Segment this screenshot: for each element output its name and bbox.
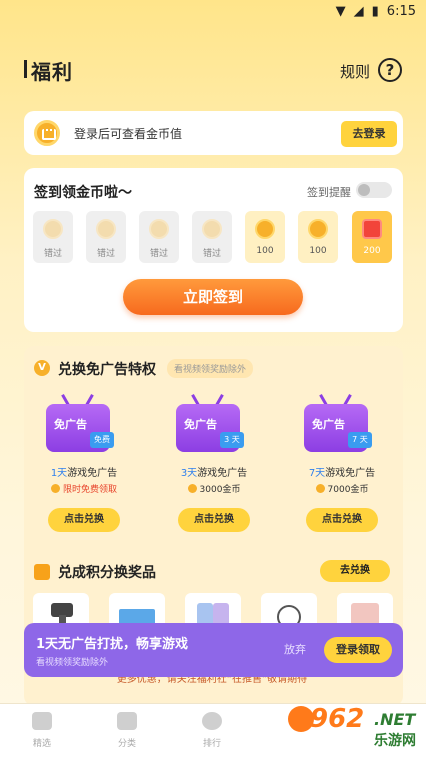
toast-title: 1天无广告打扰，畅享游戏: [36, 637, 189, 652]
login-hint: 登录后可查看金币值: [74, 127, 183, 141]
crown-coin-icon: [43, 219, 63, 239]
rules-link[interactable]: 规则: [340, 61, 370, 82]
crown-coin-icon: [34, 120, 60, 146]
tv-icon: 免广告 免费: [46, 394, 114, 454]
tv-screen-text: 免广告: [312, 418, 345, 431]
watermark-net: .NET: [374, 710, 416, 729]
crown-coin-icon: [308, 219, 328, 239]
signal-icon: ◢: [353, 4, 364, 19]
tv-tag: 7 天: [348, 432, 372, 448]
signin-day-5: 100: [245, 211, 285, 263]
ad-free-offer-2: 免广告 3 天 3天游戏免广告 3000金币 点击兑换: [164, 394, 264, 534]
tv-screen-text: 免广告: [54, 418, 87, 431]
tv-screen-text: 免广告: [184, 418, 217, 431]
page-header: 福利 规则 ?: [0, 46, 426, 96]
offer-name: 3天游戏免广告: [180, 468, 248, 479]
redeem-button[interactable]: 点击兑换: [178, 508, 250, 532]
watermark-number: 962: [310, 704, 365, 734]
signin-day-6: 100: [298, 211, 338, 263]
signin-day-4: 错过: [192, 211, 232, 263]
toast-subtitle: 看视频领奖励除外: [36, 658, 109, 668]
trophy-icon: [202, 712, 222, 730]
signin-day-label: 错过: [96, 249, 115, 259]
toast-claim-button[interactable]: 登录领取: [324, 637, 392, 663]
nav-item-ranking[interactable]: 排行: [182, 710, 242, 752]
crown-coin-icon: [149, 219, 169, 239]
watermark-cn: 乐游网: [374, 733, 416, 749]
points-title: 兑成积分换奖品: [58, 565, 156, 581]
crown-coin-icon: [255, 219, 275, 239]
offer-name: 7天游戏免广告: [308, 468, 376, 479]
offer-price: 7000金币: [292, 482, 392, 495]
coin-icon: [315, 484, 325, 493]
page-title: 福利: [31, 60, 73, 84]
tv-icon: 免广告 7 天: [304, 394, 372, 454]
vip-icon: V: [34, 360, 50, 376]
coin-icon: [50, 484, 60, 493]
signin-day-label: 100: [309, 246, 327, 256]
signin-day-label: 200: [363, 246, 381, 256]
ad-exchange-note: 看视频领奖励除外: [167, 359, 254, 378]
signin-title: 签到领金币啦～: [34, 185, 132, 201]
wifi-icon: ▼: [335, 4, 346, 19]
status-time: 6:15: [386, 4, 416, 19]
help-icon[interactable]: ?: [378, 58, 402, 82]
signin-day-label: 错过: [202, 249, 221, 259]
points-exchange-button[interactable]: 去兑换: [320, 560, 390, 582]
ad-exchange-title: 兑换免广告特权: [58, 362, 156, 378]
signin-day-2: 错过: [86, 211, 126, 263]
gift-bag-icon: [34, 564, 50, 580]
ad-free-offer-1: 免广告 免费 1天游戏免广告 限时免费领取 点击兑换: [34, 394, 134, 534]
signin-day-label: 错过: [149, 249, 168, 259]
tv-icon: 免广告 3 天: [176, 394, 244, 454]
crown-coin-icon: [96, 219, 116, 239]
nav-label: 精选: [32, 739, 51, 749]
redeem-button[interactable]: 点击兑换: [306, 508, 378, 532]
gamepad-icon: [32, 712, 52, 730]
gift-box-icon: [362, 219, 382, 239]
toast-dismiss-button[interactable]: 放弃: [284, 641, 306, 657]
offer-name: 1天游戏免广告: [50, 468, 118, 479]
offer-price: 限时免费领取: [34, 482, 134, 495]
status-icons: ▼ ◢ ▮ 6:15: [336, 4, 416, 19]
crown-coin-icon: [202, 219, 222, 239]
title-accent-bar: [24, 60, 27, 78]
signin-button[interactable]: 立即签到: [123, 279, 303, 315]
status-bar: ▼ ◢ ▮ 6:15: [0, 0, 426, 26]
signin-day-label: 错过: [43, 249, 62, 259]
folder-icon: [117, 712, 137, 730]
signin-day-7: 200: [352, 211, 392, 263]
offer-price: 3000金币: [164, 482, 264, 495]
ad-free-toast: 1天无广告打扰，畅享游戏 看视频领奖励除外 放弃 登录领取: [24, 623, 403, 677]
signin-day-label: 100: [256, 246, 274, 256]
signin-card: 签到领金币啦～ 签到提醒 错过 错过 错过 错过 100 100 200 立即签…: [24, 168, 403, 332]
signin-reminder-toggle[interactable]: [356, 182, 392, 198]
login-button[interactable]: 去登录: [341, 121, 397, 147]
site-watermark: 962 .NET 乐游网: [282, 696, 422, 754]
coin-icon: [187, 484, 197, 493]
login-banner: 登录后可查看金币值 去登录: [24, 111, 403, 155]
tv-tag: 免费: [90, 432, 114, 448]
signin-day-1: 错过: [33, 211, 73, 263]
nav-item-categories[interactable]: 分类: [97, 710, 157, 752]
ad-free-offer-3: 免广告 7 天 7天游戏免广告 7000金币 点击兑换: [292, 394, 392, 534]
battery-icon: ▮: [371, 4, 379, 19]
redeem-button[interactable]: 点击兑换: [48, 508, 120, 532]
nav-label: 排行: [202, 739, 221, 749]
signin-reminder-label: 签到提醒: [307, 186, 351, 199]
nav-label: 分类: [117, 739, 136, 749]
nav-item-featured[interactable]: 精选: [12, 710, 72, 752]
tv-tag: 3 天: [220, 432, 244, 448]
signin-day-3: 错过: [139, 211, 179, 263]
